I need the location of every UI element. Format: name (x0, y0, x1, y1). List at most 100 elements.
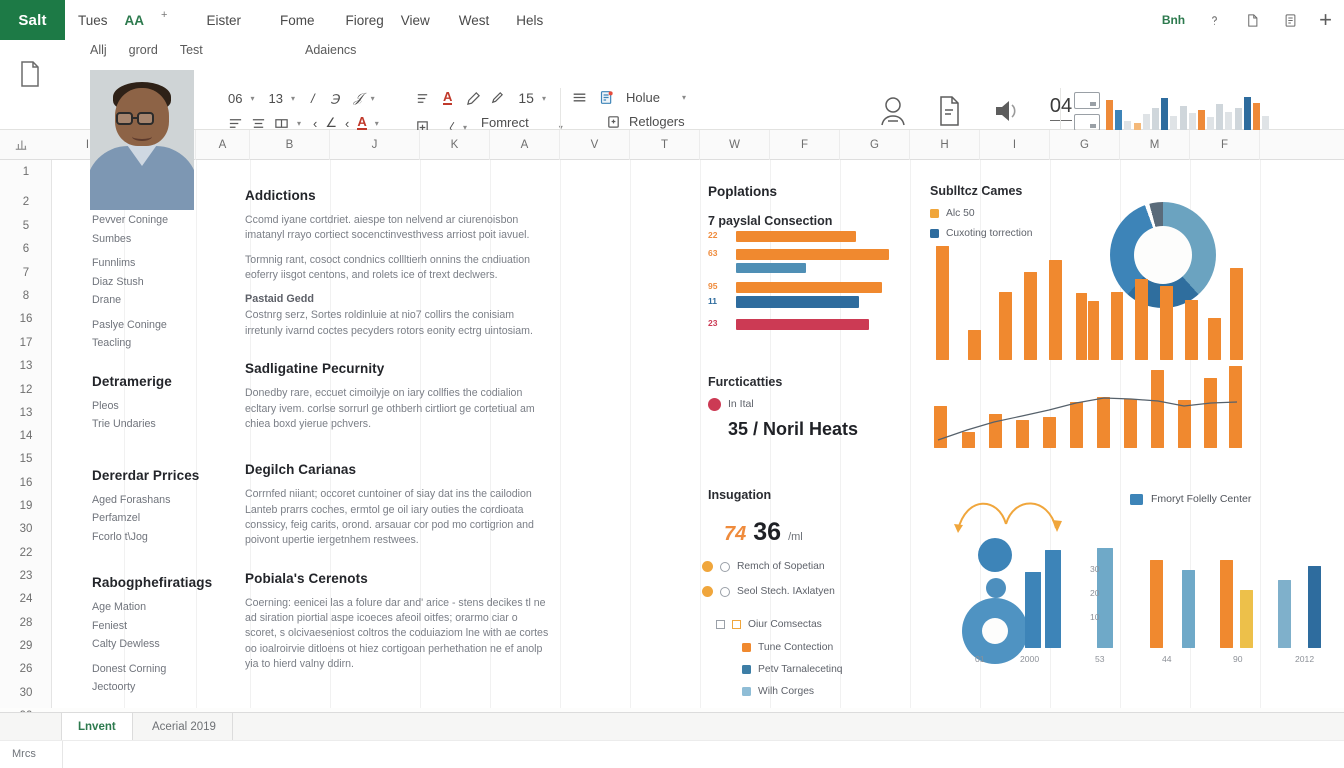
row-header-15-12[interactable]: 15 (0, 453, 52, 465)
legend-item-alc: Alc 50 (930, 208, 975, 219)
value-dropdown[interactable]: Holue (626, 90, 660, 105)
pen-icon[interactable] (466, 91, 481, 106)
menu-item-plus[interactable]: + (161, 9, 167, 21)
app-logo[interactable]: Salt (0, 0, 65, 40)
row-header-12-9[interactable]: 12 (0, 384, 52, 396)
merge-cells-icon[interactable] (274, 116, 289, 131)
section-paragraph: Costnrg serz, Sortes roldinluie at nio7 … (245, 309, 533, 337)
column-header-w-9[interactable]: W (700, 130, 770, 160)
font-size-mid[interactable]: 13 (268, 91, 282, 106)
menu-item-1[interactable]: AA (125, 13, 145, 28)
row-header-14-11[interactable]: 14 (0, 430, 52, 442)
font-size-left[interactable]: 06 (228, 91, 242, 106)
row-header-16-6[interactable]: 16 (0, 313, 52, 325)
chevron-down-icon[interactable]: ▾ (371, 94, 375, 103)
radio-option-1[interactable]: Seol Stech. IAxlatyen (702, 586, 835, 597)
underline-icon[interactable]: 𝒥 (354, 90, 363, 106)
chevron-down-icon[interactable]: ▾ (375, 119, 379, 128)
menu-item-6[interactable]: View (401, 13, 430, 28)
row-header-28-19[interactable]: 28 (0, 617, 52, 629)
row-header-13-8[interactable]: 13 (0, 360, 52, 372)
sheet-tab-acerial[interactable]: Acerial 2019 (136, 713, 233, 741)
font-color-icon[interactable]: A (357, 115, 367, 131)
add-icon[interactable]: + (1319, 9, 1332, 31)
row-header-6-3[interactable]: 6 (0, 243, 52, 255)
document-icon[interactable] (1243, 10, 1261, 30)
menu-item-0[interactable]: Tues (78, 13, 108, 28)
sheet-tab-lnvent[interactable]: Lnvent (62, 713, 133, 741)
row-header-16-13[interactable]: 16 (0, 477, 52, 489)
brush-icon[interactable] (489, 91, 504, 106)
row-header-1-0[interactable]: 1 (0, 166, 52, 178)
row-header-13-10[interactable]: 13 (0, 407, 52, 419)
row-header-17-7[interactable]: 17 (0, 337, 52, 349)
select-all-icon[interactable] (14, 137, 28, 156)
row-header-7-4[interactable]: 7 (0, 267, 52, 279)
section-line: Age Mation (92, 601, 147, 614)
bar (1024, 272, 1037, 360)
file-icon[interactable] (18, 60, 42, 88)
row-header-24-18[interactable]: 24 (0, 593, 52, 605)
row-header-29-20[interactable]: 29 (0, 640, 52, 652)
increase-indent-icon[interactable]: ‹ (345, 116, 349, 131)
list-icon[interactable] (572, 90, 587, 105)
row-header-22-16[interactable]: 22 (0, 547, 52, 559)
chevron-down-icon[interactable]: ▾ (682, 93, 686, 102)
column-header-g-11[interactable]: G (840, 130, 910, 160)
menu-item-5[interactable]: Fioreg (345, 13, 383, 28)
notes-icon[interactable] (1281, 10, 1299, 30)
chevron-down-icon[interactable]: ▾ (250, 94, 254, 103)
italic-icon[interactable]: / (311, 91, 315, 106)
checkbox-option[interactable]: Oiur Comsectas (716, 619, 822, 630)
spreadsheet-grid[interactable]: 1 2 5 6 7 8 16 17 13 12 13 14 15 16 19 30 22 23 24 28 29 26 30… (0, 160, 1344, 722)
strikethrough-icon[interactable]: ℈ (331, 90, 340, 106)
column-header-h-12[interactable]: H (910, 130, 980, 160)
menu-item-4[interactable]: Fome (280, 13, 315, 28)
menu-item-3[interactable]: Eister (206, 13, 241, 28)
row-header-19-14[interactable]: 19 (0, 500, 52, 512)
column-header-f-16[interactable]: F (1190, 130, 1260, 160)
menu-item-8[interactable]: Hels (516, 13, 543, 28)
column-header-k-5[interactable]: K (420, 130, 490, 160)
column-header-a-2[interactable]: A (196, 130, 250, 160)
menu-item-7[interactable]: West (459, 13, 490, 28)
align-top-icon[interactable] (228, 116, 243, 131)
decrease-indent-icon[interactable]: ‹ (313, 116, 317, 131)
row-header-23-17[interactable]: 23 (0, 570, 52, 582)
section-line: Jectoorty (92, 681, 136, 694)
row-header-26-21[interactable]: 26 (0, 663, 52, 675)
column-header-j-4[interactable]: J (330, 130, 420, 160)
row-header-30-22[interactable]: 30 (0, 687, 52, 699)
row-header-2-1[interactable]: 2 (0, 196, 52, 208)
column-header-b-3[interactable]: B (250, 130, 330, 160)
text-wrap-icon[interactable] (415, 91, 430, 106)
radio-option-0[interactable]: Remch of Sopetian (702, 561, 825, 572)
layout-switcher[interactable] (1074, 92, 1100, 131)
row-header-5-2[interactable]: 5 (0, 220, 52, 232)
note-edit-icon[interactable] (599, 90, 614, 105)
align-center-icon[interactable] (251, 116, 266, 131)
highlight-color-icon[interactable]: A (443, 90, 453, 106)
account-label[interactable]: Bnh (1162, 13, 1185, 27)
row-header-8-5[interactable]: 8 (0, 290, 52, 302)
angle-text-icon[interactable]: ∠ (325, 115, 337, 131)
bar-value: 22 (708, 230, 718, 240)
chevron-down-icon[interactable]: ▾ (542, 94, 546, 103)
column-header-t-8[interactable]: T (630, 130, 700, 160)
column-header-f-10[interactable]: F (770, 130, 840, 160)
chevron-down-icon[interactable]: ▾ (297, 119, 301, 128)
help-icon[interactable] (1205, 10, 1223, 30)
connect-button[interactable]: Fomrect (481, 115, 529, 130)
column-header-v-7[interactable]: V (560, 130, 630, 160)
trend-line (937, 397, 1238, 441)
row-header-30-15[interactable]: 30 (0, 523, 52, 535)
chevron-down-icon[interactable]: ▾ (291, 94, 295, 103)
ribbon-sparkline-preview[interactable] (1106, 92, 1270, 130)
column-header-i-13[interactable]: I (980, 130, 1050, 160)
font-size-right[interactable]: 15 (518, 90, 534, 106)
column-header-m-15[interactable]: M (1120, 130, 1190, 160)
reply-icon[interactable] (606, 114, 621, 129)
reply-button[interactable]: Retlogers (629, 114, 685, 129)
column-header-g-14[interactable]: G (1050, 130, 1120, 160)
column-header-a-6[interactable]: A (490, 130, 560, 160)
